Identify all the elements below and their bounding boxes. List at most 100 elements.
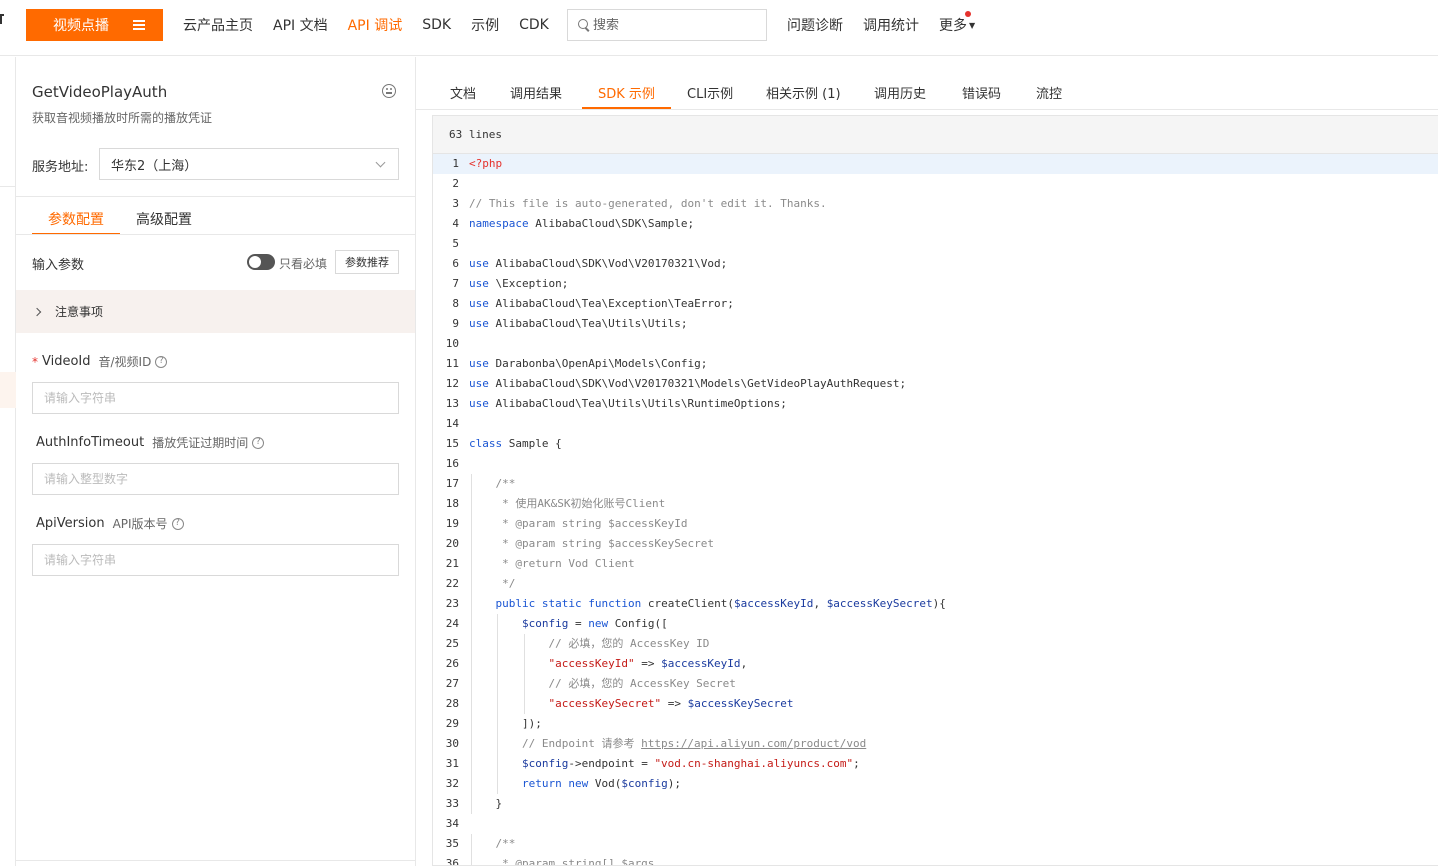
- nav-link-api-docs[interactable]: API 文档: [273, 15, 328, 35]
- param-recommend-button[interactable]: 参数推荐: [335, 250, 399, 274]
- search-input[interactable]: [593, 17, 763, 33]
- line-code: use AlibabaCloud\SDK\Vod\V20170321\Model…: [469, 377, 907, 390]
- notice-label: 注意事项: [55, 305, 104, 319]
- line-code: use AlibabaCloud\Tea\Utils\Utils\Runtime…: [469, 397, 787, 410]
- line-code: // This file is auto-generated, don't ed…: [469, 197, 827, 210]
- line-code: }: [469, 797, 503, 810]
- code-line: 12 use AlibabaCloud\SDK\Vod\V20170321\Mod…: [433, 374, 1438, 394]
- code-body[interactable]: 1 <?php 2 3// This file is auto-generated, …: [433, 154, 1438, 866]
- tab-flow-control[interactable]: 流控: [1036, 83, 1062, 102]
- code-line: 9 use AlibabaCloud\Tea\Utils\Utils;: [433, 314, 1438, 334]
- nav-link-examples[interactable]: 示例: [471, 15, 499, 35]
- code-line: 3 // This file is auto-generated, don't e…: [433, 194, 1438, 214]
- tab-docs[interactable]: 文档: [450, 83, 476, 102]
- nav-link-cdk[interactable]: CDK: [519, 17, 549, 33]
- search-box[interactable]: [567, 9, 767, 41]
- params-panel: GetVideoPlayAuth 获取音视频播放时所需的播放凭证 服务地址: 华…: [16, 57, 416, 866]
- tab-advanced-config[interactable]: 高级配置: [136, 209, 192, 229]
- line-number: 5: [452, 237, 459, 250]
- line-number: 14: [445, 417, 459, 430]
- line-code: <?php: [469, 157, 503, 170]
- endpoint-value: 华东2（上海）: [111, 158, 198, 174]
- line-number: 11: [445, 357, 459, 370]
- videoid-input[interactable]: [32, 382, 399, 414]
- feedback-icon[interactable]: [382, 84, 396, 98]
- hamburger-icon: [133, 20, 145, 30]
- line-code: use AlibabaCloud\SDK\Vod\V20170321\Vod;: [469, 257, 728, 270]
- code-line: 26 "accessKeyId" => $accessKeyId,: [433, 654, 1438, 674]
- caret-down-icon: ▼: [969, 20, 976, 30]
- line-number: 33: [445, 797, 459, 810]
- line-code: // 必填，您的 AccessKey Secret: [469, 677, 736, 690]
- line-code: use AlibabaCloud\Tea\Utils\Utils;: [469, 317, 688, 330]
- code-line: 4 namespace AlibabaCloud\SDK\Sample;: [433, 214, 1438, 234]
- line-number: 2: [452, 177, 459, 190]
- rail-active-marker[interactable]: [0, 372, 16, 408]
- search-icon: [578, 19, 590, 31]
- line-code: ]);: [469, 717, 542, 730]
- line-number: 31: [445, 757, 459, 770]
- nav-link-api-debug[interactable]: API 调试: [348, 15, 403, 35]
- code-line: 36 * @param string[] $args: [433, 854, 1438, 866]
- line-number: 16: [445, 457, 459, 470]
- help-icon[interactable]: ?: [171, 517, 184, 530]
- collapsed-sidebar: [0, 57, 16, 866]
- tab-cli-example[interactable]: CLI示例: [687, 83, 733, 102]
- field-desc: 音/视频ID: [98, 355, 152, 369]
- help-icon[interactable]: ?: [155, 355, 168, 368]
- tab-related-examples[interactable]: 相关示例 (1): [766, 83, 841, 102]
- code-line: 21 * @return Vod Client: [433, 554, 1438, 574]
- nav-link-sdk[interactable]: SDK: [422, 17, 451, 33]
- apiversion-input[interactable]: [32, 544, 399, 576]
- line-code: // Endpoint 请参考 https://api.aliyun.com/p…: [469, 737, 867, 750]
- chevron-right-icon: [32, 307, 42, 316]
- line-code: public static function createClient($acc…: [495, 597, 946, 610]
- notice-collapse[interactable]: 注意事项: [16, 290, 415, 333]
- code-line: 15 class Sample {: [433, 434, 1438, 454]
- line-number: 36: [445, 857, 459, 866]
- line-number: 19: [445, 517, 459, 530]
- code-line: 32 return new Vod($config);: [433, 774, 1438, 794]
- line-number: 24: [445, 617, 459, 630]
- only-required-toggle[interactable]: [247, 254, 275, 270]
- help-icon[interactable]: ?: [252, 436, 265, 449]
- tab-sdk-example[interactable]: SDK 示例: [598, 83, 655, 102]
- endpoint-select[interactable]: 华东2（上海）: [99, 148, 399, 180]
- field-desc: 播放凭证过期时间: [152, 436, 249, 450]
- right-nav-links: 问题诊断 调用统计 更多 ▼: [787, 0, 975, 50]
- code-line: 34: [433, 814, 1438, 834]
- field-name: AuthInfoTimeout: [36, 435, 145, 450]
- result-tabs: 文档 调用结果 SDK 示例 CLI示例 相关示例 (1) 调用历史 错误码 流…: [416, 57, 1438, 110]
- code-header: 63 lines: [433, 116, 1438, 154]
- line-code: */: [469, 577, 516, 590]
- tab-param-config[interactable]: 参数配置: [48, 209, 104, 229]
- more-label: 更多: [939, 18, 967, 34]
- line-code: use Darabonba\OpenApi\Models\Config;: [469, 357, 708, 370]
- line-code: // 必填，您的 AccessKey ID: [469, 637, 710, 650]
- more-menu[interactable]: 更多 ▼: [939, 11, 976, 35]
- line-number: 22: [445, 577, 459, 590]
- nav-link-console[interactable]: 云产品主页: [183, 15, 253, 35]
- line-number: 6: [452, 257, 459, 270]
- nav-link-stats[interactable]: 调用统计: [863, 15, 919, 35]
- code-line: 22 */: [433, 574, 1438, 594]
- authinfotimeout-input[interactable]: [32, 463, 399, 495]
- line-code: return new Vod($config);: [521, 777, 681, 790]
- field-label-videoid: * VideoId 音/视频ID ?: [32, 353, 168, 370]
- code-line: 11 use Darabonba\OpenApi\Models\Config;: [433, 354, 1438, 374]
- line-number: 35: [445, 837, 459, 850]
- code-line: 35 /**: [433, 834, 1438, 854]
- tab-call-history[interactable]: 调用历史: [874, 83, 926, 102]
- code-line: 7 use \Exception;: [433, 274, 1438, 294]
- line-code: use AlibabaCloud\Tea\Exception\TeaError;: [469, 297, 734, 310]
- nav-link-diagnose[interactable]: 问题诊断: [787, 15, 843, 35]
- tab-error-codes[interactable]: 错误码: [962, 83, 1001, 102]
- code-line: 5: [433, 234, 1438, 254]
- line-code: /**: [469, 477, 516, 490]
- code-line: 2: [433, 174, 1438, 194]
- tab-call-result[interactable]: 调用结果: [510, 83, 562, 102]
- line-number: 13: [445, 397, 459, 410]
- code-line: 14: [433, 414, 1438, 434]
- product-menu-button[interactable]: 视频点播: [26, 9, 163, 41]
- line-number: 26: [445, 657, 459, 670]
